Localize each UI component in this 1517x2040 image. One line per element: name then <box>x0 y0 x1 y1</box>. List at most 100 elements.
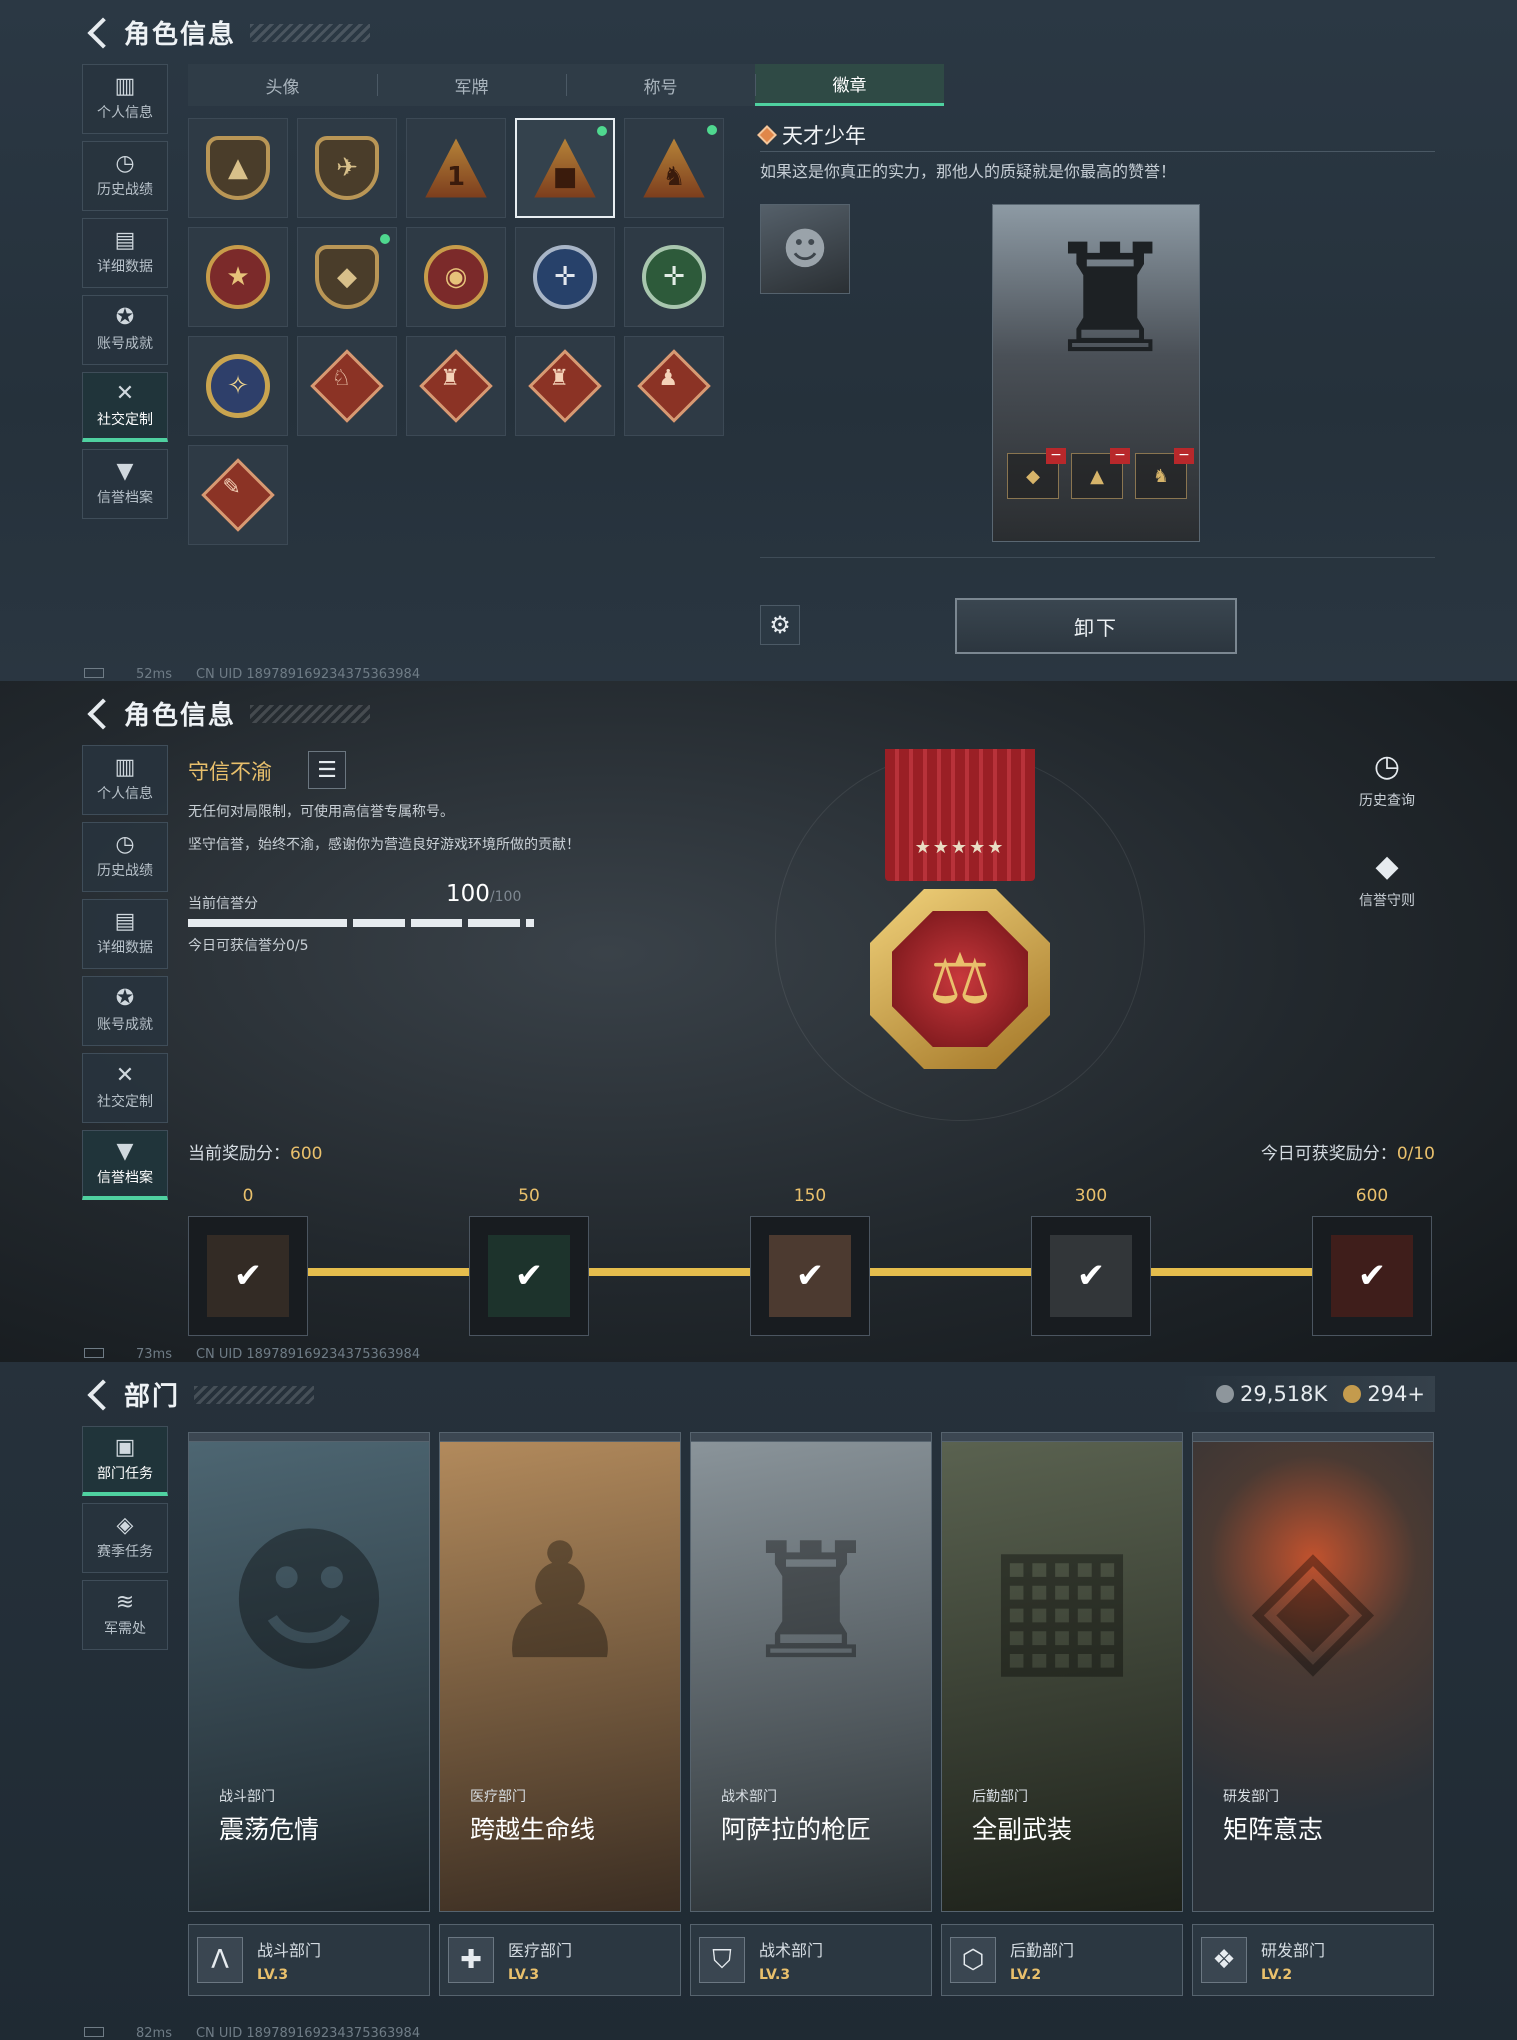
tab-avatar[interactable]: 头像 <box>188 64 377 106</box>
triangle-emblem-icon: ▲ <box>206 136 270 200</box>
badge-item[interactable]: ♜ <box>406 336 506 436</box>
equipped-badge-slot[interactable]: ▲ − <box>1071 448 1130 499</box>
currency-1: 29,518K <box>1216 1382 1327 1406</box>
new-dot <box>380 234 390 244</box>
gold-crest-icon: ✧ <box>206 354 270 418</box>
remove-icon[interactable]: − <box>1110 448 1130 464</box>
tab-dogtag[interactable]: 军牌 <box>377 64 566 106</box>
page-title: 角色信息 <box>124 701 237 731</box>
milestone[interactable]: 300 ✔ <box>1031 1186 1151 1336</box>
tab-bar: 头像 军牌 称号 徽章 <box>188 64 944 106</box>
reputation-panel: 角色信息 ▥ 个人信息 ◷ 历史战绩 ▤ 详细数据 ✪ 账号成就 ✕ 社交定制 ▼ 信誉档案… <box>0 681 1517 1362</box>
score-label: 当前信誉分 <box>188 896 258 912</box>
badge-item[interactable]: ✎ <box>188 445 288 545</box>
sidebar-item-achievements[interactable]: ✪ 账号成就 <box>82 295 168 365</box>
uid: CN UID 1897891692343753639​84 <box>195 2026 421 2040</box>
avatar: ☻ <box>760 204 850 294</box>
soldier-figure-icon: ♜ <box>1043 213 1178 387</box>
bar-chart-icon: ▥ <box>114 74 136 99</box>
gear-icon[interactable]: ⚙ <box>760 605 800 645</box>
sidebar-item-achievements[interactable]: ✪ 账号成就 <box>82 976 168 1046</box>
badge-item[interactable]: ♘ <box>297 336 397 436</box>
badge-item[interactable]: ♜ <box>515 336 615 436</box>
badge-item[interactable]: ✛ <box>624 227 724 327</box>
badge-item[interactable]: ♟ <box>624 336 724 436</box>
reputation-thanks: 坚守信誉，始终不渝，感谢你为营造良好游戏环境所做的贡献！ <box>188 837 580 853</box>
sidebar-item-social[interactable]: ✕ 社交定制 <box>82 372 168 442</box>
badge-item[interactable]: 1 <box>406 118 506 218</box>
medical-icon: ✚ <box>448 1937 494 1983</box>
badge-item[interactable]: ✧ <box>188 336 288 436</box>
sidebar-item-details[interactable]: ▤ 详细数据 <box>82 899 168 969</box>
milestone[interactable]: 150 ✔ <box>750 1186 870 1336</box>
sidebar-item-profile[interactable]: ▥ 个人信息 <box>82 64 168 134</box>
equipped-badge-slot[interactable]: ◆ − <box>1007 448 1066 499</box>
milestone[interactable]: 50 ✔ <box>469 1186 589 1336</box>
sidebar-item-season-tasks[interactable]: ◈ 赛季任务 <box>82 1503 168 1573</box>
history-query-button[interactable]: ◷ 历史查询 <box>1342 749 1432 810</box>
blue-rifle-crest-icon: ✛ <box>533 245 597 309</box>
badge-name: 天才少年 <box>757 120 866 150</box>
sidebar-item-reputation[interactable]: ▼ 信誉档案 <box>82 1130 168 1200</box>
tab-title[interactable]: 称号 <box>566 64 755 106</box>
battery-icon <box>84 1347 112 1362</box>
badge-grid: ▲ ✈ 1 ■ ♞ ★ ◆ ◉ ✛ ✛ ✧ ♘ ♜ ♜ ♟ ✎ <box>188 118 724 545</box>
list-icon[interactable]: ☰ <box>308 751 346 789</box>
back-arrow-icon[interactable] <box>87 697 119 730</box>
runner-diamond-icon: ♟ <box>637 349 711 423</box>
clock-icon: ◷ <box>1373 749 1401 784</box>
milestone[interactable]: 0 ✔ <box>188 1186 308 1336</box>
equipped-badge-slot[interactable]: ♞ − <box>1135 448 1194 499</box>
department-card-combat[interactable]: ☻ 战斗部门 震荡危情 Λ 战斗部门 LV.3 <box>188 1432 430 1996</box>
badge-item[interactable]: ◉ <box>406 227 506 327</box>
badge-item[interactable]: ★ <box>188 227 288 327</box>
shield-icon: ▼ <box>116 459 134 484</box>
folder-icon: ▤ <box>114 909 136 934</box>
sidebar: ▣ 部门任务 ◈ 赛季任务 ≋ 军需处 <box>82 1426 168 1657</box>
sidebar-item-supply[interactable]: ≋ 军需处 <box>82 1580 168 1650</box>
sidebar-item-history[interactable]: ◷ 历史战绩 <box>82 822 168 892</box>
badge-item[interactable]: ♞ <box>624 118 724 218</box>
tab-badge[interactable]: 徽章 <box>755 64 944 106</box>
medal-ribbon <box>885 749 1035 881</box>
number-one-emblem-icon: 1 <box>425 138 487 198</box>
unequip-button[interactable]: 卸下 <box>955 598 1237 654</box>
badge-item[interactable]: ◆ <box>297 227 397 327</box>
status-bar: 82ms CN UID 1897891692343753639​84 <box>84 2026 420 2040</box>
research-icon: ❖ <box>1201 1937 1247 1983</box>
matrix-cube-icon: ◈ <box>1251 1508 1375 1695</box>
winged-crest-icon: ◉ <box>424 245 488 309</box>
milestone[interactable]: 600 ✔ <box>1312 1186 1432 1336</box>
check-icon: ✔ <box>1076 1256 1106 1296</box>
badge-item[interactable]: ✈ <box>297 118 397 218</box>
sidebar-item-history[interactable]: ◷ 历史战绩 <box>82 141 168 211</box>
medal-icon: ✪ <box>115 986 135 1011</box>
battery-icon <box>84 2026 112 2040</box>
back-arrow-icon[interactable] <box>87 16 119 49</box>
sidebar-item-reputation[interactable]: ▼ 信誉档案 <box>82 449 168 519</box>
department-card-tactical[interactable]: ♜ 战术部门 阿萨拉的枪匠 ⛉ 战术部门 LV.3 <box>690 1432 932 1996</box>
department-card-medical[interactable]: ♟ 医疗部门 跨越生命线 ✚ 医疗部门 LV.3 <box>439 1432 681 1996</box>
remove-icon[interactable]: − <box>1046 448 1066 464</box>
remove-icon[interactable]: − <box>1174 448 1194 464</box>
header: 角色信息 <box>84 14 371 51</box>
sidebar-item-profile[interactable]: ▥ 个人信息 <box>82 745 168 815</box>
badge-item[interactable]: ✛ <box>515 227 615 327</box>
wrench-diamond-icon: ✎ <box>201 458 275 532</box>
check-icon: ✔ <box>514 1256 544 1296</box>
soldier-emblem-icon: ♞ <box>643 138 705 198</box>
rules-button[interactable]: ◆ 信誉守则 <box>1342 849 1432 910</box>
status-bar: 73ms CN UID 1897891692343753639​84 <box>84 1347 420 1362</box>
currency-2[interactable]: 294+ <box>1343 1382 1425 1406</box>
reputation-medal: ★★★★★ ⚖ <box>850 749 1070 1109</box>
badge-item-selected[interactable]: ■ <box>515 118 615 218</box>
department-card-logistics[interactable]: ▦ 后勤部门 全副武装 ⬡ 后勤部门 LV.2 <box>941 1432 1183 1996</box>
back-arrow-icon[interactable] <box>87 1378 119 1411</box>
badge-item[interactable]: ▲ <box>188 118 288 218</box>
sidebar-item-dept-tasks[interactable]: ▣ 部门任务 <box>82 1426 168 1496</box>
sidebar-item-details[interactable]: ▤ 详细数据 <box>82 218 168 288</box>
tools-icon: ✕ <box>115 1063 135 1088</box>
department-card-research[interactable]: ◈ 研发部门 矩阵意志 ❖ 研发部门 LV.2 <box>1192 1432 1434 1996</box>
current-reward: 当前奖励分：600 <box>188 1144 323 1164</box>
sidebar-item-social[interactable]: ✕ 社交定制 <box>82 1053 168 1123</box>
